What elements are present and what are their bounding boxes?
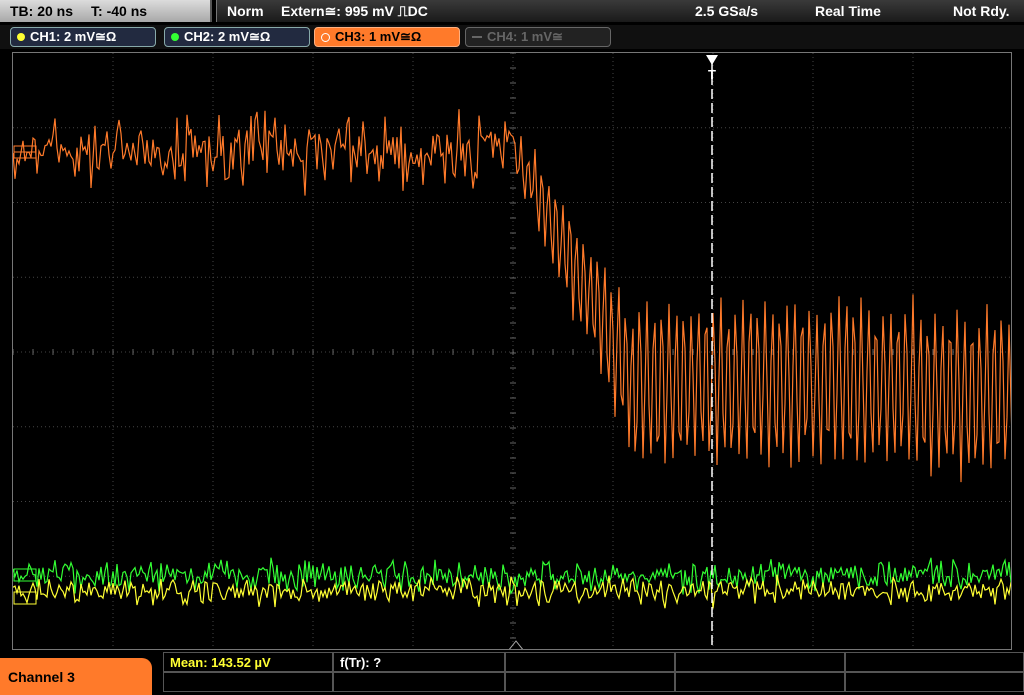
timebase-panel[interactable]: TB: 20 ns T: -40 ns <box>0 0 212 22</box>
measurement-table[interactable]: Mean: 143.52 µV f(Tr): ? <box>163 652 1024 695</box>
trigger-offset-marker-icon <box>508 640 524 649</box>
waveform-canvas[interactable]: T <box>13 53 1012 650</box>
measurement-slot[interactable] <box>845 652 1024 672</box>
trigger-marker-label: T <box>708 67 716 82</box>
selected-channel-tab[interactable]: Channel 3 <box>0 658 152 695</box>
measurement-slot[interactable] <box>333 672 505 692</box>
selected-channel-label: Channel 3 <box>8 668 75 685</box>
timebase-readout: TB: 20 ns <box>10 3 74 19</box>
measurement-slot[interactable] <box>675 672 845 692</box>
channel-3-button[interactable]: CH3: 1 mV≅Ω <box>314 27 460 47</box>
acquisition-panel[interactable]: Norm Extern≅: 995 mV ⎍DC 2.5 GSa/s Real … <box>216 0 1024 22</box>
ftr-measurement[interactable]: f(Tr): ? <box>333 652 505 672</box>
trigger-time-readout: T: -40 ns <box>91 3 148 19</box>
channel-4-button[interactable]: CH4: 1 mV≅ <box>465 27 611 47</box>
channel-3-label: CH3: 1 mV≅Ω <box>335 29 422 44</box>
channel-2-button[interactable]: CH2: 2 mV≅Ω <box>164 27 310 47</box>
channel-1-label: CH1: 2 mV≅Ω <box>30 29 117 44</box>
channel-2-dot-icon <box>171 33 179 41</box>
channel-1-button[interactable]: CH1: 2 mV≅Ω <box>10 27 156 47</box>
channel-3-dot-icon <box>321 32 330 42</box>
mean-measurement[interactable]: Mean: 143.52 µV <box>163 652 333 672</box>
acquisition-status: Not Rdy. <box>953 3 1010 19</box>
channel-4-label: CH4: 1 mV≅ <box>487 29 563 44</box>
sample-rate: 2.5 GSa/s <box>695 3 759 19</box>
measurement-slot[interactable] <box>845 672 1024 692</box>
acquisition-mode: Real Time <box>815 3 881 19</box>
channel-2-label: CH2: 2 mV≅Ω <box>184 29 271 44</box>
trigger-mode: Norm <box>227 3 264 19</box>
measurement-slot[interactable] <box>505 672 675 692</box>
channel-4-off-icon <box>472 36 482 38</box>
channel-1-dot-icon <box>17 33 25 41</box>
trigger-source: Extern≅: 995 mV ⎍DC <box>281 2 428 19</box>
status-bar: TB: 20 ns T: -40 ns Norm Extern≅: 995 mV… <box>0 0 1024 24</box>
bottom-panel: Channel 3 Mean: 143.52 µV f(Tr): ? <box>0 652 1024 695</box>
measurement-slot[interactable] <box>163 672 333 692</box>
measurement-slot[interactable] <box>675 652 845 672</box>
channel-bar: CH1: 2 mV≅Ω CH2: 2 mV≅Ω CH3: 1 mV≅Ω CH4:… <box>0 25 1024 49</box>
waveform-display[interactable]: T <box>12 52 1012 650</box>
measurement-slot[interactable] <box>505 652 675 672</box>
trigger-arrow-icon[interactable] <box>706 55 718 65</box>
